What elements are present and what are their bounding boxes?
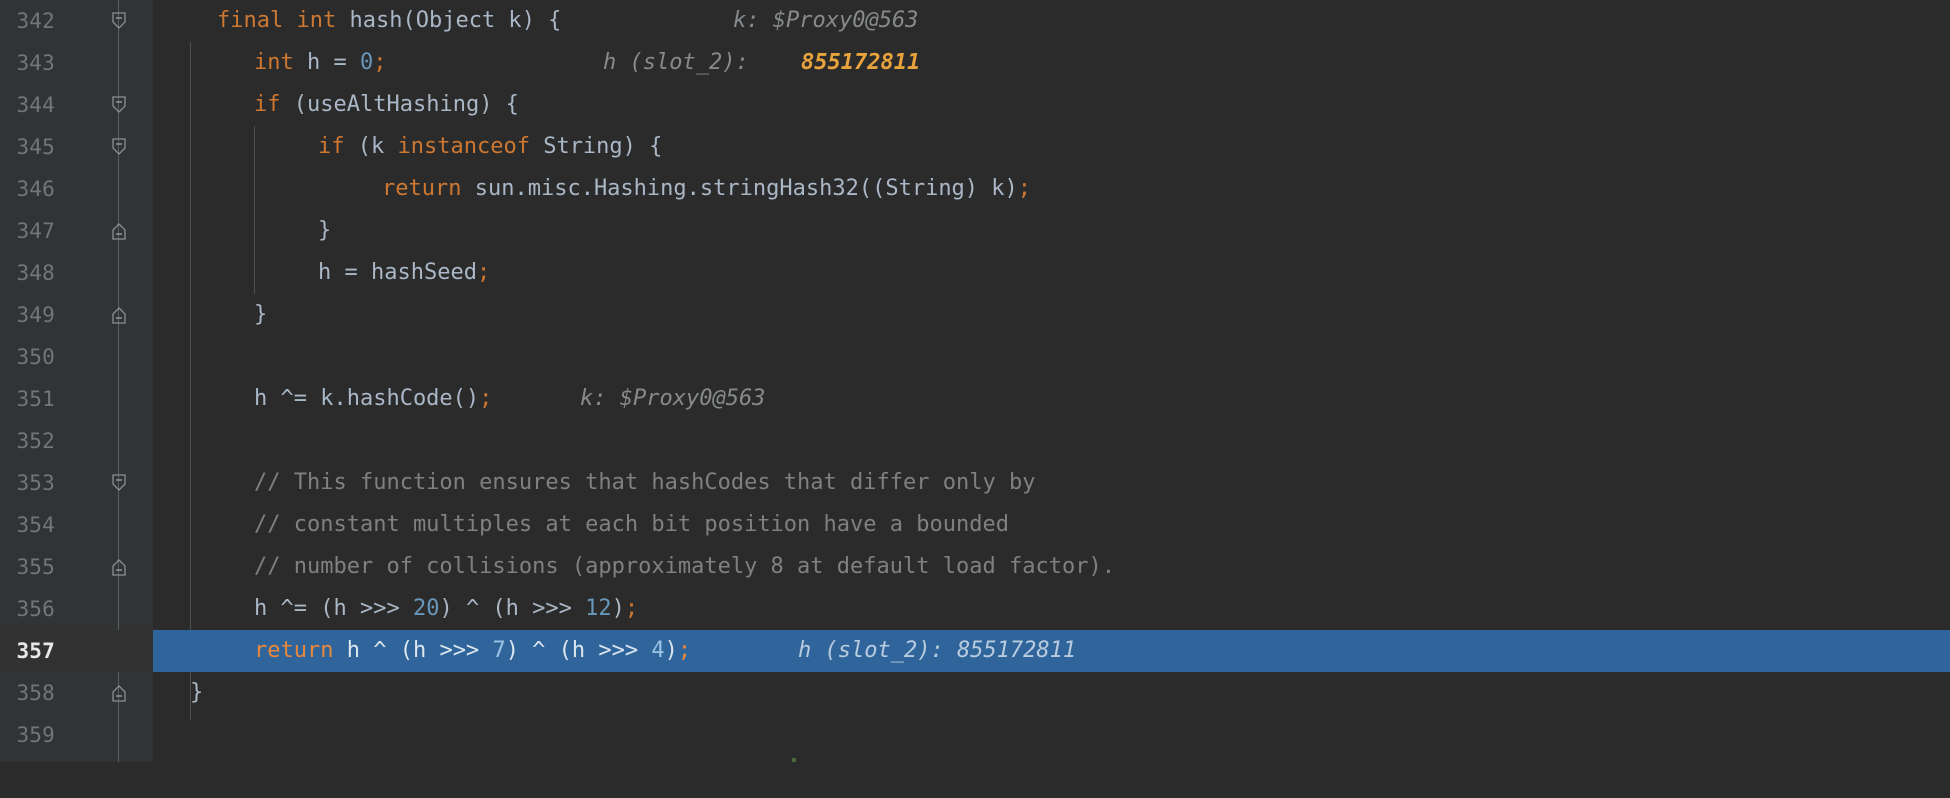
line-number-344: 344 bbox=[16, 93, 55, 117]
fold-marker-end-355[interactable] bbox=[110, 558, 128, 576]
inline-hint-value-343: 855172811 bbox=[801, 50, 921, 75]
code-line-357[interactable]: return h ^ (h >>> 7) ^ (h >>> 4); h (slo… bbox=[153, 630, 1950, 672]
code-area[interactable]: final int hash(Object k) { k: $Proxy0@56… bbox=[153, 0, 1950, 762]
code-text-342: final int hash(Object k) { bbox=[217, 8, 562, 33]
fold-marker-end-358[interactable] bbox=[110, 684, 128, 702]
inspection-marker bbox=[792, 758, 796, 762]
code-text-351: h ^= k.hashCode(); bbox=[254, 386, 493, 411]
line-number-345: 345 bbox=[16, 135, 55, 159]
line-number-354: 354 bbox=[16, 513, 55, 537]
line-number-342: 342 bbox=[16, 9, 55, 33]
code-line-345[interactable]: if (k instanceof String) { bbox=[153, 126, 1950, 168]
code-line-346[interactable]: return sun.misc.Hashing.stringHash32((St… bbox=[153, 168, 1950, 210]
code-text-347: } bbox=[318, 218, 332, 243]
line-number-356: 356 bbox=[16, 597, 55, 621]
inline-hint-357: h (slot_2): 855172811 bbox=[798, 638, 1077, 663]
code-line-359[interactable] bbox=[153, 714, 1950, 756]
code-text-356: h ^= (h >>> 20) ^ (h >>> 12); bbox=[254, 596, 639, 621]
code-line-349[interactable]: } bbox=[153, 294, 1950, 336]
code-text-344: if (useAltHashing) { bbox=[254, 92, 519, 117]
code-text-349: } bbox=[254, 302, 268, 327]
code-text-355: // number of collisions (approximately 8… bbox=[254, 554, 1115, 579]
line-number-357: 357 bbox=[16, 639, 55, 663]
editor-gutter[interactable]: 342 343 344 345 346 347 348 349 350 351 … bbox=[0, 0, 153, 762]
code-line-358[interactable]: } bbox=[153, 672, 1950, 714]
code-line-350[interactable] bbox=[153, 336, 1950, 378]
line-number-346: 346 bbox=[16, 177, 55, 201]
inline-hint-351: k: $Proxy0@563 bbox=[580, 386, 766, 411]
code-text-345: if (k instanceof String) { bbox=[318, 134, 663, 159]
code-line-342[interactable]: final int hash(Object k) { k: $Proxy0@56… bbox=[153, 0, 1950, 42]
inline-hint-342: k: $Proxy0@563 bbox=[733, 8, 919, 33]
code-line-351[interactable]: h ^= k.hashCode(); k: $Proxy0@563 bbox=[153, 378, 1950, 420]
code-text-354: // constant multiples at each bit positi… bbox=[254, 512, 1009, 537]
fold-marker-end-349[interactable] bbox=[110, 306, 128, 324]
code-text-343: int h = 0; bbox=[254, 50, 387, 75]
code-line-353[interactable]: // This function ensures that hashCodes … bbox=[153, 462, 1950, 504]
line-number-347: 347 bbox=[16, 219, 55, 243]
code-line-347[interactable]: } bbox=[153, 210, 1950, 252]
fold-marker-start-344[interactable] bbox=[110, 96, 128, 114]
code-text-358: } bbox=[190, 680, 204, 705]
code-text-346: return sun.misc.Hashing.stringHash32((St… bbox=[382, 176, 1032, 201]
line-number-348: 348 bbox=[16, 261, 55, 285]
line-number-352: 352 bbox=[16, 429, 55, 453]
code-line-355[interactable]: // number of collisions (approximately 8… bbox=[153, 546, 1950, 588]
code-line-343[interactable]: int h = 0; h (slot_2): 855172811 bbox=[153, 42, 1950, 84]
code-line-354[interactable]: // constant multiples at each bit positi… bbox=[153, 504, 1950, 546]
code-text-353: // This function ensures that hashCodes … bbox=[254, 470, 1036, 495]
fold-marker-end-347[interactable] bbox=[110, 222, 128, 240]
fold-marker-start-342[interactable] bbox=[110, 12, 128, 30]
code-line-356[interactable]: h ^= (h >>> 20) ^ (h >>> 12); bbox=[153, 588, 1950, 630]
code-editor[interactable]: 342 343 344 345 346 347 348 349 350 351 … bbox=[0, 0, 1950, 762]
code-line-348[interactable]: h = hashSeed; bbox=[153, 252, 1950, 294]
line-number-355: 355 bbox=[16, 555, 55, 579]
code-text-357: return h ^ (h >>> 7) ^ (h >>> 4); bbox=[254, 638, 692, 663]
fold-marker-start-353[interactable] bbox=[110, 474, 128, 492]
line-number-349: 349 bbox=[16, 303, 55, 327]
code-line-344[interactable]: if (useAltHashing) { bbox=[153, 84, 1950, 126]
inline-hint-343: h (slot_2): bbox=[603, 50, 749, 75]
line-number-350: 350 bbox=[16, 345, 55, 369]
line-number-353: 353 bbox=[16, 471, 55, 495]
code-text-348: h = hashSeed; bbox=[318, 260, 491, 285]
fold-marker-start-345[interactable] bbox=[110, 138, 128, 156]
line-number-359: 359 bbox=[16, 723, 55, 747]
line-number-351: 351 bbox=[16, 387, 55, 411]
line-number-343: 343 bbox=[16, 51, 55, 75]
line-number-358: 358 bbox=[16, 681, 55, 705]
code-line-352[interactable] bbox=[153, 420, 1950, 462]
